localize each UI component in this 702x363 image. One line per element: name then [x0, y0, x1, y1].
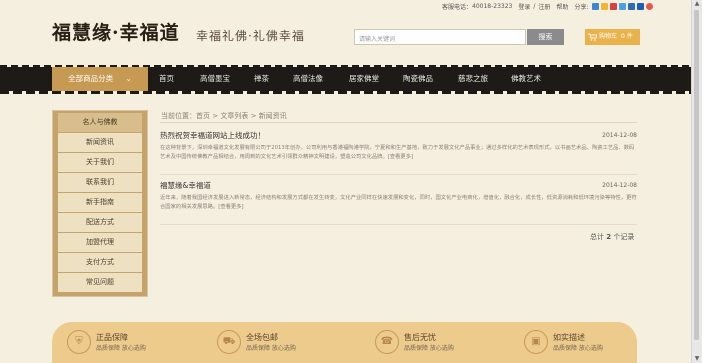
- service-item: ☎ 售后无忧品质保障 放心选购: [375, 330, 454, 354]
- nav-item-ceramic[interactable]: 陶瓷佛品: [390, 67, 446, 91]
- cart-label: 购物车: [599, 33, 618, 40]
- record-total-prefix: 总计: [590, 233, 604, 241]
- shopping-cart-icon: [588, 33, 597, 41]
- scroll-down-arrow-icon[interactable]: ▼: [693, 355, 701, 363]
- all-categories-button[interactable]: 全部商品分类 ⌄: [52, 67, 148, 91]
- page-scrollbar[interactable]: ▲ ▼: [691, 0, 702, 363]
- service-title: 全场包邮: [246, 333, 278, 342]
- share-icons: [592, 3, 654, 10]
- share-label: 分享:: [574, 4, 589, 11]
- service-title: 正品保障: [96, 333, 128, 342]
- scroll-up-arrow-icon[interactable]: ▲: [693, 0, 701, 8]
- main-nav: 全部商品分类 ⌄ 首页 高僧墨宝 禅茶 高僧法像 居家佛堂 陶瓷佛品 慈悲之旅 …: [0, 65, 692, 94]
- nav-item-monk-portraits[interactable]: 高僧法像: [278, 67, 338, 91]
- sidebar-item-payment[interactable]: 支付方式: [58, 253, 142, 272]
- chevron-down-icon: ⌄: [125, 74, 132, 83]
- share-people-icon[interactable]: [637, 3, 645, 10]
- record-total-count: 2: [606, 233, 612, 241]
- article-title[interactable]: 福慧缘&幸福道: [160, 180, 211, 191]
- sidebar-item-guide[interactable]: 新手指南: [58, 193, 142, 212]
- breadcrumb-list[interactable]: 文章列表: [220, 112, 248, 120]
- site-logo[interactable]: 福慧缘·幸福道: [52, 18, 180, 45]
- breadcrumb-separator: >: [250, 112, 257, 120]
- record-total-suffix: 个记录: [613, 233, 635, 241]
- image-icon: ▣: [524, 330, 548, 354]
- service-title: 售后无忧: [404, 333, 436, 342]
- nav-item-home-shrine[interactable]: 居家佛堂: [338, 67, 390, 91]
- scrollbar-thumb[interactable]: [694, 10, 699, 340]
- hotline-number: 40018-23323: [472, 3, 513, 10]
- share-tencent-icon[interactable]: [619, 3, 627, 10]
- nav-item-zen-tea[interactable]: 禅茶: [245, 67, 278, 91]
- breadcrumb-home[interactable]: 首页: [196, 112, 210, 120]
- article-divider: [160, 174, 637, 175]
- truck-icon: ⛟: [217, 330, 241, 354]
- help-link[interactable]: 帮助: [556, 2, 568, 11]
- page: 客服电话： 40018-23323 登录 / 注册 帮助 分享: 福慧缘·幸福道 幸福…: [0, 0, 692, 363]
- breadcrumb-separator: >: [212, 112, 219, 120]
- breadcrumb-prefix: 当前位置：: [161, 112, 196, 120]
- article-date: 2014-12-08: [602, 132, 637, 139]
- all-categories-label: 全部商品分类: [68, 74, 114, 83]
- service-subtitle: 品质保障 放心选购: [96, 345, 146, 352]
- service-band: ⛨ 正品保障品质保障 放心选购 ⛟ 全场包邮品质保障 放心选购 ☎ 售后无忧品质…: [52, 322, 637, 363]
- nav-item-compassion-tour[interactable]: 慈悲之旅: [446, 67, 500, 91]
- article-summary: 在这种背景下，深圳幸福道文化发展有限公司于2013年创办，公司利用与香港福陶港学…: [160, 145, 635, 160]
- headset-icon: ☎: [375, 330, 399, 354]
- sidebar: 名人与佛教 新闻资讯 关于我们 联系我们 新手指南 配送方式 加盟代理 支付方式…: [52, 110, 148, 297]
- cart-count: 0: [621, 33, 625, 40]
- service-item: ▣ 如实描述品质保障 放心选购: [524, 330, 603, 354]
- breadcrumb-divider: [160, 122, 637, 123]
- share-renren-icon[interactable]: [628, 3, 636, 10]
- top-bar: 客服电话： 40018-23323 登录 / 注册 帮助 分享:: [442, 2, 654, 11]
- site-slogan: 幸福礼佛·礼佛幸福: [196, 29, 305, 43]
- article-title[interactable]: 热烈祝贺幸福道网站上线成功！: [160, 130, 265, 141]
- search-button[interactable]: 搜索: [527, 29, 564, 45]
- article-summary: 近年来，随着我国经济发展进入新常态，经济结构和发展方式都在发生转变，文化产业同样…: [160, 195, 637, 210]
- cart-button[interactable]: 购物车 0 件: [585, 29, 640, 45]
- sidebar-item-delivery[interactable]: 配送方式: [58, 213, 142, 232]
- nav-item-buddhist-art[interactable]: 佛教艺术: [500, 67, 552, 91]
- sidebar-item-celebrities[interactable]: 名人与佛教: [58, 113, 142, 132]
- service-subtitle: 品质保障 放心选购: [246, 345, 296, 352]
- login-link[interactable]: 登录: [518, 2, 530, 11]
- breadcrumb-current: 新闻资讯: [258, 112, 287, 120]
- record-total: 总计 2 个记录: [590, 232, 634, 242]
- share-qzone-icon[interactable]: [601, 3, 609, 10]
- service-item: ⛟ 全场包邮品质保障 放心选购: [217, 330, 296, 354]
- nav-item-home[interactable]: 首页: [148, 67, 185, 91]
- breadcrumb: 当前位置：首页 > 文章列表 > 新闻资讯: [161, 111, 287, 121]
- service-subtitle: 品质保障 放心选购: [553, 345, 603, 352]
- login-register-separator: /: [533, 3, 536, 10]
- share-weibo-icon[interactable]: [610, 3, 618, 10]
- sidebar-item-faq[interactable]: 常见问题: [58, 273, 142, 292]
- search-input[interactable]: 请输入关键词: [354, 29, 526, 45]
- cart-unit: 件: [626, 33, 633, 40]
- article-divider: [160, 224, 637, 225]
- sidebar-item-contact[interactable]: 联系我们: [58, 173, 142, 192]
- shield-icon: ⛨: [67, 330, 91, 354]
- article-date: 2014-12-08: [602, 182, 637, 189]
- service-title: 如实描述: [553, 333, 585, 342]
- share-google-icon[interactable]: [646, 3, 654, 10]
- share-plus-icon[interactable]: [592, 3, 600, 10]
- sidebar-item-franchise[interactable]: 加盟代理: [58, 233, 142, 252]
- nav-item-monk-calligraphy[interactable]: 高僧墨宝: [185, 67, 245, 91]
- sidebar-item-about[interactable]: 关于我们: [58, 153, 142, 172]
- register-link[interactable]: 注册: [538, 2, 550, 11]
- sidebar-item-news[interactable]: 新闻资讯: [58, 133, 142, 152]
- hotline-label: 客服电话：: [442, 4, 473, 11]
- service-item: ⛨ 正品保障品质保障 放心选购: [67, 330, 146, 354]
- service-subtitle: 品质保障 放心选购: [404, 345, 454, 352]
